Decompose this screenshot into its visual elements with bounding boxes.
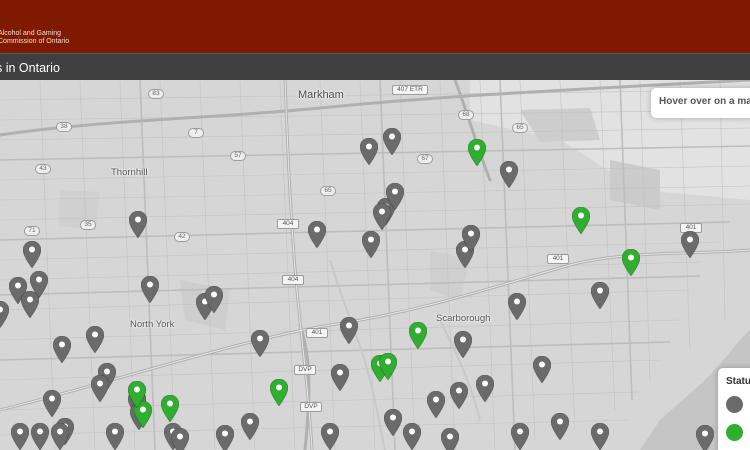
road-shield: 38: [56, 122, 72, 132]
place-label-markham: Markham: [298, 89, 344, 101]
grey-map-marker-icon[interactable]: [171, 428, 189, 450]
green-map-marker-icon[interactable]: [161, 395, 179, 422]
grey-map-marker-icon[interactable]: [500, 161, 518, 188]
grey-map-marker-icon[interactable]: [450, 382, 468, 409]
org-name[interactable]: Alcohol and Gaming Commission of Ontario: [0, 30, 69, 46]
grey-map-marker-icon[interactable]: [454, 331, 472, 358]
highway-shield: 404: [277, 219, 299, 229]
grey-map-marker-icon[interactable]: [681, 231, 699, 258]
green-map-marker-icon[interactable]: [572, 207, 590, 234]
grey-map-marker-icon[interactable]: [0, 301, 9, 328]
grey-map-marker-icon[interactable]: [360, 138, 378, 165]
grey-map-marker-icon[interactable]: [383, 128, 401, 155]
grey-map-marker-icon[interactable]: [23, 241, 41, 268]
grey-map-marker-icon[interactable]: [591, 282, 609, 309]
grey-map-marker-icon[interactable]: [241, 413, 259, 440]
page-title: s in Ontario: [0, 61, 60, 75]
map-canvas[interactable]: Markham Thornhill North York Scarborough…: [0, 80, 750, 450]
org-name-line2: Commission of Ontario: [0, 38, 70, 45]
place-label-scarborough: Scarborough: [436, 313, 491, 324]
title-bar: s in Ontario: [0, 53, 750, 80]
grey-map-marker-icon[interactable]: [51, 423, 69, 450]
grey-map-marker-icon[interactable]: [31, 423, 49, 450]
road-shield: 83: [148, 89, 164, 99]
green-map-marker-icon[interactable]: [409, 322, 427, 349]
grey-map-marker-icon[interactable]: [441, 428, 459, 450]
highway-shield: 407 ETR: [392, 85, 428, 95]
grey-map-marker-icon[interactable]: [86, 326, 104, 353]
legend-green-circle-icon: [726, 424, 743, 441]
grey-map-marker-icon[interactable]: [308, 221, 326, 248]
grey-map-marker-icon[interactable]: [551, 413, 569, 440]
grey-map-marker-icon[interactable]: [340, 317, 358, 344]
road-shield: 65: [320, 186, 336, 196]
grey-map-marker-icon[interactable]: [533, 356, 551, 383]
hover-info-box: Hover over on a ma: [651, 88, 750, 118]
header-banner: Alcohol and Gaming Commission of Ontario: [0, 0, 750, 53]
grey-map-marker-icon[interactable]: [476, 375, 494, 402]
legend-grey-circle-icon: [726, 396, 743, 413]
green-map-marker-icon[interactable]: [128, 381, 146, 408]
road-shield: 71: [24, 226, 40, 236]
place-label-north-york: North York: [130, 319, 175, 330]
grey-map-marker-icon[interactable]: [129, 211, 147, 238]
hover-info-text: Hover over on a ma: [659, 96, 750, 107]
road-shield: 57: [230, 151, 246, 161]
grey-map-marker-icon[interactable]: [216, 425, 234, 450]
legend-title: Statu: [726, 376, 750, 387]
road-shield: 7: [188, 128, 204, 138]
green-map-marker-icon[interactable]: [468, 139, 486, 166]
road-shield: 68: [458, 110, 474, 120]
legend: Statu: [718, 368, 750, 450]
road-shield: 42: [174, 232, 190, 242]
grey-map-marker-icon[interactable]: [362, 231, 380, 258]
highway-shield: DVP: [300, 402, 322, 412]
grey-map-marker-icon[interactable]: [331, 364, 349, 391]
grey-map-marker-icon[interactable]: [508, 293, 526, 320]
grey-map-marker-icon[interactable]: [321, 423, 339, 450]
highway-shield: DVP: [294, 365, 316, 375]
grey-map-marker-icon[interactable]: [53, 336, 71, 363]
green-map-marker-icon[interactable]: [622, 249, 640, 276]
highway-shield: 404: [282, 275, 304, 285]
place-label-thornhill: Thornhill: [111, 167, 148, 178]
grey-map-marker-icon[interactable]: [591, 423, 609, 450]
highway-shield: 401: [547, 254, 569, 264]
grey-map-marker-icon[interactable]: [106, 423, 124, 450]
grey-map-marker-icon[interactable]: [384, 409, 402, 436]
grey-map-marker-icon[interactable]: [251, 330, 269, 357]
grey-map-marker-icon[interactable]: [21, 291, 39, 318]
road-shield: 35: [80, 220, 96, 230]
page-root: Alcohol and Gaming Commission of Ontario…: [0, 0, 750, 450]
grey-map-marker-icon[interactable]: [427, 391, 445, 418]
grey-map-marker-icon[interactable]: [205, 286, 223, 313]
grey-map-marker-icon[interactable]: [11, 423, 29, 450]
green-map-marker-icon[interactable]: [379, 353, 397, 380]
grey-map-marker-icon[interactable]: [511, 423, 529, 450]
grey-map-marker-icon[interactable]: [141, 276, 159, 303]
road-shield: 43: [35, 164, 51, 174]
grey-map-marker-icon[interactable]: [696, 425, 714, 450]
grey-map-marker-icon[interactable]: [91, 375, 109, 402]
grey-map-marker-icon[interactable]: [462, 225, 480, 252]
grey-map-marker-icon[interactable]: [43, 390, 61, 417]
org-name-line1: Alcohol and Gaming: [0, 30, 62, 37]
road-shield: 65: [512, 123, 528, 133]
grey-map-marker-icon[interactable]: [373, 203, 391, 230]
grey-map-marker-icon[interactable]: [403, 423, 421, 450]
road-shield: 67: [417, 154, 433, 164]
highway-shield: 401: [306, 328, 328, 338]
green-map-marker-icon[interactable]: [270, 379, 288, 406]
